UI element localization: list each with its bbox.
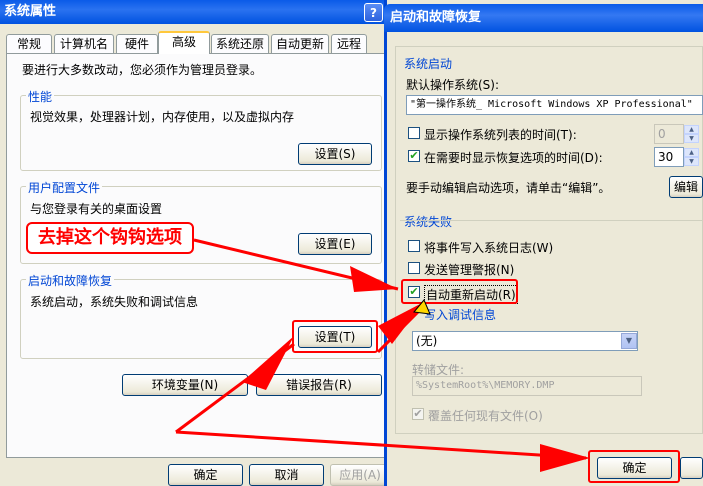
annotation-arrows	[175, 238, 590, 472]
arrowhead-icon	[350, 266, 398, 292]
arrowhead-icon	[540, 444, 590, 472]
tab-advanced[interactable]: 高级	[158, 31, 210, 54]
arrow-to-ok	[175, 430, 587, 460]
arrowhead-icon	[242, 336, 294, 390]
